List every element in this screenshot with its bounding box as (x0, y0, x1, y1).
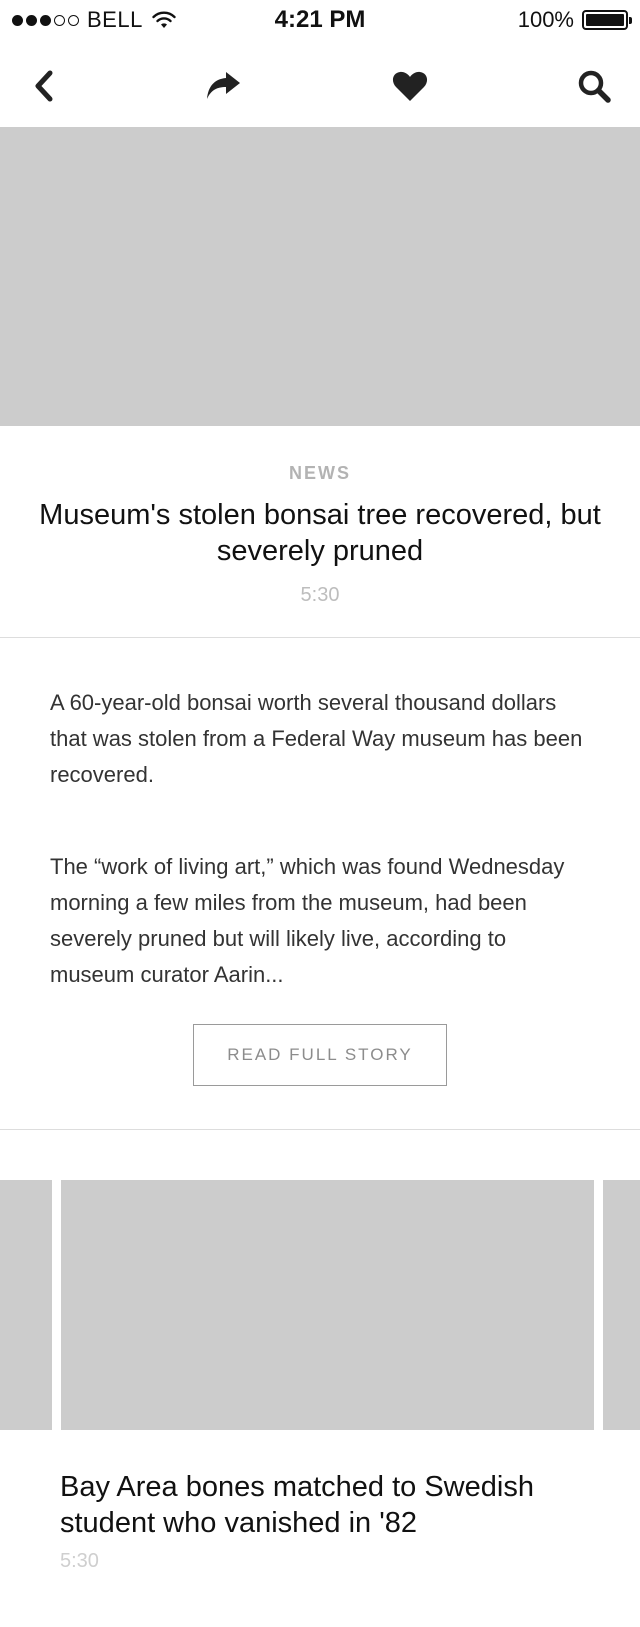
share-icon (207, 72, 240, 99)
battery-percentage: 100% (517, 7, 574, 32)
article-paragraph-2: The “work of living art,” which was foun… (50, 854, 565, 987)
article-headline: Museum's stolen bonsai tree recovered, b… (39, 499, 601, 567)
battery-fill (586, 14, 624, 26)
divider (0, 1129, 640, 1130)
article-category: NEWS (289, 463, 351, 483)
related-stories-carousel[interactable] (0, 1180, 640, 1430)
back-chevron-icon (35, 70, 53, 102)
nav-bar (0, 50, 640, 122)
divider (0, 637, 640, 638)
search-button[interactable] (570, 62, 618, 110)
related-story-title[interactable]: Bay Area bones matched to Swedish studen… (60, 1469, 580, 1541)
heart-icon (392, 71, 428, 101)
back-button[interactable] (20, 62, 68, 110)
previous-card-image[interactable] (0, 1180, 52, 1430)
share-button[interactable] (199, 62, 247, 110)
battery-icon (582, 10, 632, 30)
status-right: 100% (517, 7, 632, 33)
favorite-button[interactable] (386, 62, 434, 110)
current-card-image[interactable] (61, 1180, 594, 1430)
article-screen: BELL 4:21 PM 100% NEWS Museum's stolen b… (0, 0, 640, 1627)
hero-image (0, 127, 640, 426)
article-time: 5:30 (300, 584, 340, 606)
article-paragraph-1: A 60-year-old bonsai worth several thous… (50, 690, 583, 787)
status-bar: BELL 4:21 PM 100% (0, 0, 640, 42)
next-card-image[interactable] (603, 1180, 640, 1430)
search-icon (578, 70, 611, 103)
related-story-time: 5:30 (60, 1550, 99, 1572)
read-full-story-button[interactable]: READ FULL STORY (193, 1024, 447, 1086)
